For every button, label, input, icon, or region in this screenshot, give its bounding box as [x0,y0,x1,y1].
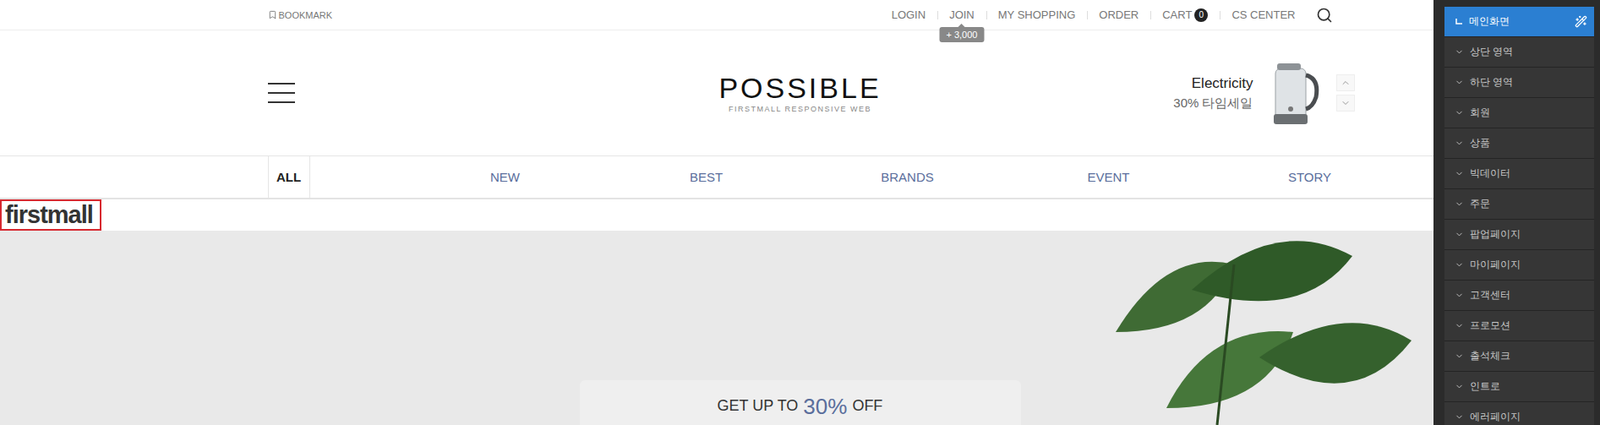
bookmark-icon [267,10,278,20]
top-link[interactable]: CS CENTER [1219,8,1307,22]
top-link[interactable]: JOIN+ 3,000 [937,8,987,22]
sidebar-item-label: 주문 [1469,196,1588,212]
site-logo[interactable]: POSSIBLEFIRSTMALL RESPONSIVE WEB [718,72,881,113]
sidebar-item-label: 출석체크 [1469,349,1588,364]
sidebar-item[interactable]: 회원 [1444,98,1595,129]
chevron-down-icon [1454,108,1464,118]
chevron-down-icon [1454,199,1464,209]
top-link[interactable]: CART0 [1150,8,1220,22]
sidebar-item[interactable]: 메인화면 [1444,6,1595,38]
nav-item[interactable]: BEST [606,156,808,198]
nav-item[interactable]: EVENT [1008,156,1210,198]
sidebar-item-label: 에러페이지 [1469,409,1588,425]
sidebar-item[interactable]: 팝업페이지 [1444,219,1595,251]
page: BOOKMARK LOGINJOIN+ 3,000MY SHOPPINGORDER… [0,0,1600,425]
category-nav: ALL NEWBESTBRANDSEVENTSTORY [0,155,1600,200]
promo-next-button[interactable] [1336,94,1355,112]
menu-button[interactable] [267,82,295,104]
sidebar-item-label: 마이페이지 [1469,257,1588,273]
nav-item[interactable]: BRANDS [807,156,1009,198]
sidebar-item[interactable]: 상품 [1444,128,1595,159]
sidebar-item[interactable]: 프로모션 [1444,311,1595,342]
chevron-down-icon [1454,260,1464,270]
hero-offer-card: GET UP TO30%OFF [579,380,1022,425]
chevron-down-icon [1454,321,1464,331]
promo-prev-button[interactable] [1336,74,1355,92]
magic-wand-icon[interactable] [1574,15,1588,28]
chevron-down-icon [1454,290,1464,301]
sidebar-item[interactable]: 빅데이터 [1444,158,1595,190]
chevron-down-icon [1454,77,1464,88]
plant-image [1064,230,1437,425]
bookmark-link[interactable]: BOOKMARK [267,10,334,21]
search-icon [1316,6,1333,24]
sidebar-item-label: 상품 [1469,136,1588,151]
top-link[interactable]: MY SHOPPING [986,8,1088,22]
sidebar-item-label: 회원 [1469,105,1588,121]
top-bar: BOOKMARK LOGINJOIN+ 3,000MY SHOPPINGORDER… [0,0,1600,31]
offer-highlight: 30% [802,397,847,417]
cart-count-badge: 0 [1194,8,1208,22]
top-links: LOGINJOIN+ 3,000MY SHOPPINGORDERCART0CS … [879,6,1333,24]
top-link[interactable]: ORDER [1086,8,1151,22]
chevron-down-icon [1454,229,1464,240]
sidebar-item-label: 메인화면 [1468,14,1569,29]
search-button[interactable] [1307,6,1333,24]
top-link[interactable]: LOGIN [879,8,938,22]
sidebar-item-label: 상단 영역 [1469,44,1588,60]
chevron-down-icon [1340,98,1351,109]
offer-prefix: GET UP TO [717,397,799,416]
header: POSSIBLEFIRSTMALL RESPONSIVE WEB Electric… [267,30,1333,156]
chevron-down-icon [1454,382,1464,392]
sidebar-item[interactable]: 출석체크 [1444,341,1595,372]
logo-text: POSSIBLE [718,72,881,104]
chevron-down-icon [1454,351,1464,361]
sidebar-item[interactable]: 고객센터 [1444,280,1595,312]
sidebar-item-label: 하단 영역 [1469,75,1588,90]
editor-sidebar: 메인화면상단 영역하단 영역회원상품빅데이터주문팝업페이지마이페이지고객센터프로… [1433,0,1600,425]
sidebar-item-label: 고객센터 [1469,288,1588,303]
brand-logo[interactable]: firstmall [0,199,102,231]
chevron-down-icon [1454,169,1464,179]
promo-banner[interactable]: Electricity 30% 타임세일 [1173,60,1355,126]
corner-icon [1454,17,1464,27]
sidebar-item-label: 인트로 [1469,379,1588,394]
point-tooltip: + 3,000 [939,27,984,43]
sidebar-item-label: 팝업페이지 [1469,227,1588,242]
chevron-down-icon [1454,138,1464,148]
kettle-icon [1268,60,1322,126]
sidebar-item[interactable]: 인트로 [1444,371,1595,403]
logo-tagline: FIRSTMALL RESPONSIVE WEB [718,104,881,114]
sidebar-item[interactable]: 주문 [1444,189,1595,220]
sidebar-item[interactable]: 상단 영역 [1444,37,1595,68]
nav-item[interactable]: STORY [1209,156,1411,198]
sidebar-item[interactable]: 에러페이지 [1444,402,1595,425]
sidebar-item-label: 빅데이터 [1469,166,1588,181]
offer-suffix: OFF [851,397,883,416]
promo-title: Electricity [1173,75,1253,93]
hero-banner: GET UP TO30%OFF [0,230,1600,425]
nav-item[interactable]: ALL [267,156,311,198]
chevron-up-icon [1340,77,1351,88]
promo-subtitle: 30% 타임세일 [1173,95,1253,112]
chevron-down-icon [1454,47,1464,57]
nav-item[interactable]: NEW [404,156,607,198]
sidebar-item[interactable]: 하단 영역 [1444,67,1595,99]
sidebar-item-label: 프로모션 [1469,318,1588,334]
sidebar-item[interactable]: 마이페이지 [1444,250,1595,281]
chevron-down-icon [1454,412,1464,422]
